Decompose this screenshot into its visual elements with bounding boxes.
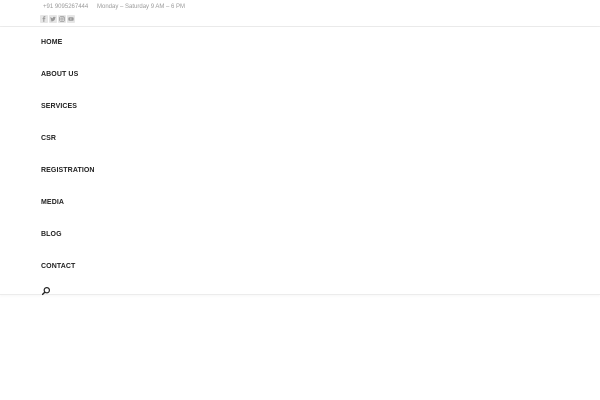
facebook-icon[interactable] (40, 15, 48, 23)
phone-number[interactable]: +91 9095267444 (43, 4, 88, 10)
nav-item-contact[interactable]: CONTACT (41, 263, 75, 270)
twitter-icon[interactable] (49, 15, 57, 23)
instagram-icon[interactable] (58, 15, 66, 23)
nav-item-csr[interactable]: CSR (41, 135, 56, 142)
page: +91 9095267444 Monday – Saturday 9 AM – … (0, 0, 600, 400)
search-icon (41, 286, 51, 296)
nav-item-home[interactable]: HOME (41, 39, 62, 46)
nav-item-services[interactable]: SERVICES (41, 103, 77, 110)
youtube-icon[interactable] (67, 15, 75, 23)
top-bar: +91 9095267444 Monday – Saturday 9 AM – … (0, 0, 600, 27)
business-hours: Monday – Saturday 9 AM – 6 PM (97, 4, 186, 10)
nav-item-blog[interactable]: BLOG (41, 231, 62, 238)
search-button[interactable] (41, 283, 51, 296)
nav-item-registration[interactable]: REGISTRATION (41, 167, 95, 174)
nav-item-about-us[interactable]: ABOUT US (41, 71, 78, 78)
nav-item-media[interactable]: MEDIA (41, 199, 64, 206)
main-navigation: HOME ABOUT US SERVICES CSR REGISTRATION … (0, 27, 600, 296)
social-links (40, 15, 75, 23)
